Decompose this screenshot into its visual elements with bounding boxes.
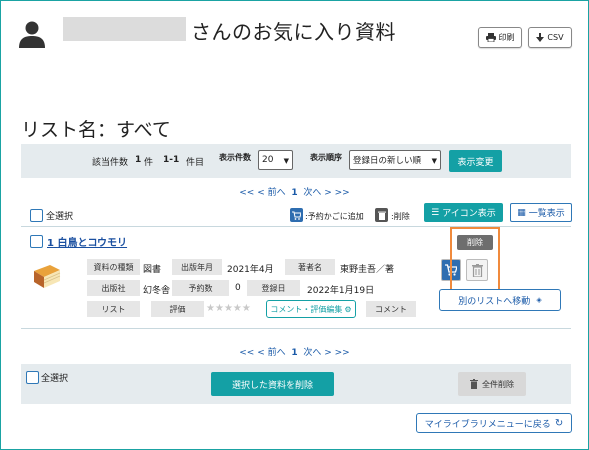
pager-prev-link[interactable]: < 前へ <box>257 348 285 358</box>
date-field-value: 2021年4月 <box>227 265 274 275</box>
delete-all-button[interactable]: 全件削除 <box>458 372 526 396</box>
pager-next-link[interactable]: 次へ > <box>303 188 331 198</box>
item-checkbox[interactable] <box>30 235 43 248</box>
apply-display-button[interactable]: 表示変更 <box>449 150 502 172</box>
download-icon <box>536 32 545 42</box>
range-unit: 件目 <box>186 158 205 168</box>
per-page-label: 表示件数 <box>219 153 251 162</box>
cart-legend-label: :予約かごに追加 <box>305 212 364 221</box>
print-label: 印刷 <box>498 33 515 42</box>
book-icon <box>34 265 61 288</box>
csv-button[interactable]: CSV <box>528 27 572 48</box>
comment-edit-button[interactable]: コメント・評価編集 ⚙ <box>266 300 356 318</box>
move-to-list-label: 別のリストへ移動 <box>458 296 531 307</box>
date-field-label: 出版年月 <box>172 259 222 275</box>
list-name-heading: リスト名：すべて <box>21 119 171 141</box>
type-field-label: 資料の種類 <box>87 259 140 275</box>
star-icon: ★ <box>232 303 242 314</box>
back-to-menu-label: マイライブラリメニューに戻る <box>424 419 551 430</box>
divider <box>21 328 571 329</box>
per-page-value: 20 <box>262 155 274 165</box>
page-title: さんのお気に入り資料 <box>191 20 396 44</box>
reserve-field-label: 予約数 <box>172 280 229 296</box>
select-all-label-bottom: 全選択 <box>41 374 69 384</box>
registered-field-value: 2022年1月19日 <box>307 286 375 296</box>
pager-next-link[interactable]: 次へ > <box>303 348 331 358</box>
rating-stars: ★★★★★ <box>206 303 251 314</box>
printer-icon <box>485 33 496 42</box>
star-icon: ★ <box>223 303 233 314</box>
item-title: 白鳥とコウモリ <box>57 238 128 249</box>
print-button[interactable]: 印刷 <box>478 27 522 48</box>
table-icon: ▦ <box>517 207 526 218</box>
gear-icon: ⚙ <box>344 304 352 314</box>
delete-selected-button[interactable]: 選択した資料を削除 <box>211 372 334 396</box>
user-name-redacted <box>63 17 186 41</box>
user-avatar-icon <box>19 21 45 48</box>
type-field-value: 図書 <box>143 265 162 275</box>
item-title-link[interactable]: 1 白鳥とコウモリ <box>47 234 127 249</box>
delete-tooltip: 削除 <box>457 235 493 250</box>
move-to-list-button[interactable]: 別のリストへ移動 ◈ <box>439 289 561 311</box>
registered-field-label: 登録日 <box>247 280 300 296</box>
star-icon: ★ <box>214 303 224 314</box>
list-view-button[interactable]: ▦ 一覧表示 <box>510 203 572 222</box>
sort-value: 登録日の新しい順 <box>353 156 422 166</box>
chevron-down-icon: ▼ <box>283 157 289 165</box>
delete-all-label: 全件削除 <box>482 379 514 389</box>
list-view-label: 一覧表示 <box>528 209 565 219</box>
csv-label: CSV <box>547 33 564 42</box>
comment-edit-label: コメント・評価編集 <box>270 304 343 314</box>
star-icon: ★ <box>241 303 251 314</box>
pager-last-link[interactable]: >> <box>335 348 350 358</box>
pager-top: << < 前へ 1 次へ > >> <box>0 185 589 198</box>
stack-icon: ◈ <box>536 296 542 304</box>
item-number: 1 <box>47 238 54 249</box>
author-field-value: 東野圭吾／著 <box>340 265 395 275</box>
icon-view-label: アイコン表示 <box>442 209 496 219</box>
count-value: 1 <box>135 155 142 165</box>
pager-first-link[interactable]: << <box>239 188 254 198</box>
trash-icon <box>470 379 478 389</box>
chevron-down-icon: ▼ <box>431 157 437 165</box>
rating-field-label: 評価 <box>151 301 204 317</box>
refresh-icon: ↻ <box>554 417 564 429</box>
cart-legend-icon <box>290 208 303 222</box>
comment-field-label: コメント <box>366 301 416 317</box>
author-field-label: 著者名 <box>285 259 335 275</box>
select-all-checkbox-bottom[interactable] <box>26 371 39 384</box>
select-all-label-top: 全選択 <box>46 212 74 222</box>
icon-view-button[interactable]: ☰ アイコン表示 <box>424 203 503 222</box>
sort-label: 表示順序 <box>310 153 342 162</box>
reserve-field-value: 0 <box>235 283 241 293</box>
count-label: 該当件数 <box>92 158 129 168</box>
pager-bottom: << < 前へ 1 次へ > >> <box>0 345 589 358</box>
trash-legend-icon <box>375 208 388 222</box>
pager-first-link[interactable]: << <box>239 348 254 358</box>
per-page-select[interactable]: 20 ▼ <box>258 150 293 170</box>
pager-last-link[interactable]: >> <box>335 188 350 198</box>
star-icon: ★ <box>206 303 215 314</box>
publisher-field-label: 出版社 <box>87 280 140 296</box>
list-field-label: リスト <box>87 301 140 317</box>
back-to-menu-button[interactable]: マイライブラリメニューに戻る ↻ <box>416 413 572 433</box>
select-all-checkbox-top[interactable] <box>30 209 43 222</box>
list-icon: ☰ <box>431 207 440 218</box>
sort-select[interactable]: 登録日の新しい順 ▼ <box>349 150 441 170</box>
delete-legend-label: :削除 <box>391 212 410 221</box>
range-value: 1-1 <box>163 155 180 165</box>
publisher-field-value: 幻冬舎 <box>143 286 171 296</box>
pager-prev-link[interactable]: < 前へ <box>257 188 285 198</box>
pager-current-page: 1 <box>291 188 298 198</box>
count-unit: 件 <box>144 158 154 168</box>
pager-current-page: 1 <box>291 348 298 358</box>
